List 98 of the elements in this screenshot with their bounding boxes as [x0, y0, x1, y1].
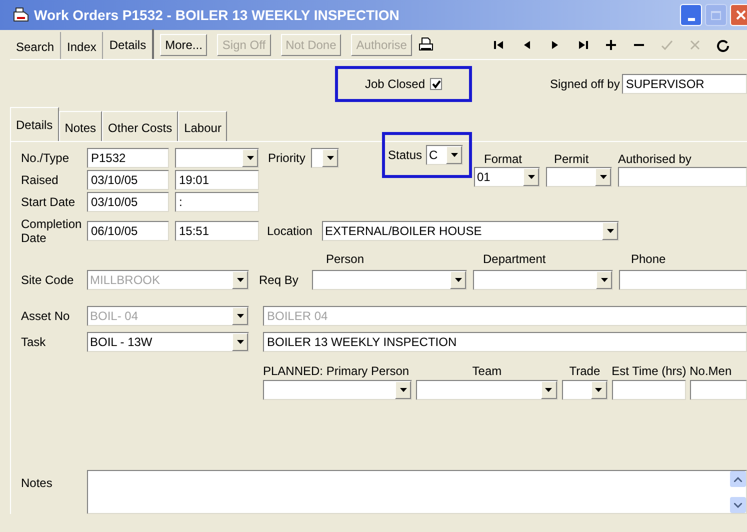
caret-icon — [236, 314, 244, 318]
field-label: Priority — [268, 151, 306, 165]
chevron-down-icon — [734, 502, 742, 508]
field-label: Notes — [21, 475, 54, 492]
caret-icon — [236, 278, 244, 282]
time-field[interactable]: : — [175, 192, 259, 212]
column-label: PLANNED: Primary Person — [263, 364, 410, 378]
notes-field[interactable] — [87, 470, 747, 514]
dropdown-button[interactable] — [602, 222, 618, 240]
caret-icon — [545, 388, 552, 392]
permit-dropdown[interactable] — [546, 167, 612, 187]
close-icon — [736, 10, 746, 20]
view-tab[interactable]: Details — [103, 29, 154, 59]
department-dropdown[interactable] — [473, 270, 613, 290]
field-label: Location — [267, 224, 314, 238]
field-label: Signed off by — [550, 77, 620, 91]
checkbox[interactable] — [430, 78, 442, 90]
plus-icon[interactable] — [604, 38, 618, 52]
dropdown-button[interactable] — [232, 333, 248, 351]
date-field[interactable]: 06/10/05 — [87, 221, 169, 241]
field-label: Authorised by — [618, 152, 692, 166]
caret-icon — [326, 156, 334, 160]
time-field[interactable]: 15:51 — [175, 221, 259, 241]
form-tab[interactable]: Other Costs — [102, 111, 178, 141]
caret-icon — [600, 278, 608, 282]
format-dropdown[interactable]: 01 — [474, 167, 540, 187]
dropdown-button[interactable] — [596, 271, 612, 289]
time-field[interactable]: 19:01 — [175, 170, 259, 190]
number-field[interactable]: P1532 — [87, 148, 169, 168]
field-label: Status — [388, 148, 422, 162]
column-label: Est Time (hrs) — [612, 364, 686, 378]
person-dropdown[interactable] — [312, 270, 467, 290]
status-dropdown[interactable]: C — [426, 145, 464, 165]
dropdown-button[interactable] — [595, 168, 611, 186]
dropdown-button[interactable] — [590, 381, 607, 399]
field-label: Department — [483, 252, 547, 268]
printer-icon[interactable] — [418, 36, 434, 52]
view-tab[interactable]: Search — [10, 32, 62, 59]
chevron-up-icon — [734, 476, 742, 482]
form-tab[interactable]: Details — [10, 107, 59, 141]
dropdown-button[interactable] — [322, 149, 338, 167]
scroll-down-button[interactable] — [730, 497, 746, 513]
form-tab[interactable]: Notes — [58, 111, 102, 141]
dropdown-button[interactable] — [523, 168, 539, 186]
dropdown-button[interactable] — [540, 381, 557, 399]
field-label: Phone — [631, 252, 666, 268]
column-label: Team — [471, 364, 503, 378]
caret-icon — [528, 175, 534, 179]
caret-icon — [400, 388, 407, 392]
app-icon — [12, 7, 30, 23]
dropdown-button[interactable] — [450, 271, 466, 289]
caret-icon — [454, 278, 462, 282]
dropdown-button[interactable] — [446, 146, 462, 164]
view-tab[interactable]: Index — [61, 32, 104, 59]
field-label: Task — [21, 335, 47, 349]
planned-dropdown[interactable] — [263, 380, 412, 400]
field-label: Raised — [21, 173, 60, 187]
form-tab[interactable]: Labour — [178, 111, 228, 141]
dropdown-button[interactable] — [395, 381, 412, 399]
planned-dropdown[interactable] — [416, 380, 558, 400]
field-label: Format — [483, 152, 524, 166]
window-title: Work Orders P1532 - BOILER 13 WEEKLY INSPECTION — [34, 6, 400, 24]
caret-icon — [246, 156, 254, 160]
date-field[interactable]: 03/10/05 — [87, 170, 169, 190]
planned-field[interactable] — [690, 380, 747, 400]
field-label: Asset No — [21, 309, 71, 323]
signed-off-field[interactable]: SUPERVISOR — [622, 74, 747, 94]
column-label: Trade — [568, 364, 602, 378]
dropdown-button[interactable] — [242, 149, 258, 167]
planned-dropdown[interactable] — [562, 380, 608, 400]
field-label: Site Code — [21, 273, 75, 287]
location-dropdown[interactable]: EXTERNAL/BOILER HOUSE — [322, 221, 619, 241]
phone-field[interactable] — [619, 270, 747, 290]
field-label: Completion Date — [21, 217, 81, 245]
toolbar-button[interactable]: More... — [160, 34, 208, 56]
task-code-dropdown[interactable]: BOIL - 13W — [87, 332, 249, 352]
task-description-field[interactable]: BOILER 13 WEEKLY INSPECTION — [263, 332, 747, 352]
caret-icon — [236, 340, 244, 344]
scroll-up-button[interactable] — [730, 471, 746, 487]
close-button[interactable] — [730, 4, 747, 26]
field-label: Person — [326, 252, 366, 268]
planned-field[interactable] — [612, 380, 686, 400]
field-label: Permit — [553, 152, 590, 166]
date-field[interactable]: 03/10/05 — [87, 192, 169, 212]
priority-dropdown[interactable] — [311, 148, 340, 168]
refresh-icon[interactable] — [716, 38, 730, 52]
caret-icon — [606, 229, 614, 233]
field-label: Job Closed — [364, 77, 426, 91]
authorised-by-field[interactable] — [618, 167, 747, 187]
field-label: Req By — [259, 273, 300, 287]
column-label: No.Men — [690, 364, 733, 378]
caret-icon — [450, 153, 458, 157]
field-label: No./Type — [21, 151, 70, 165]
caret-icon — [600, 175, 606, 179]
field-label: Start Date — [21, 195, 76, 209]
caret-icon — [595, 388, 602, 392]
minimize-button[interactable] — [680, 4, 702, 26]
type-dropdown[interactable] — [175, 148, 259, 168]
